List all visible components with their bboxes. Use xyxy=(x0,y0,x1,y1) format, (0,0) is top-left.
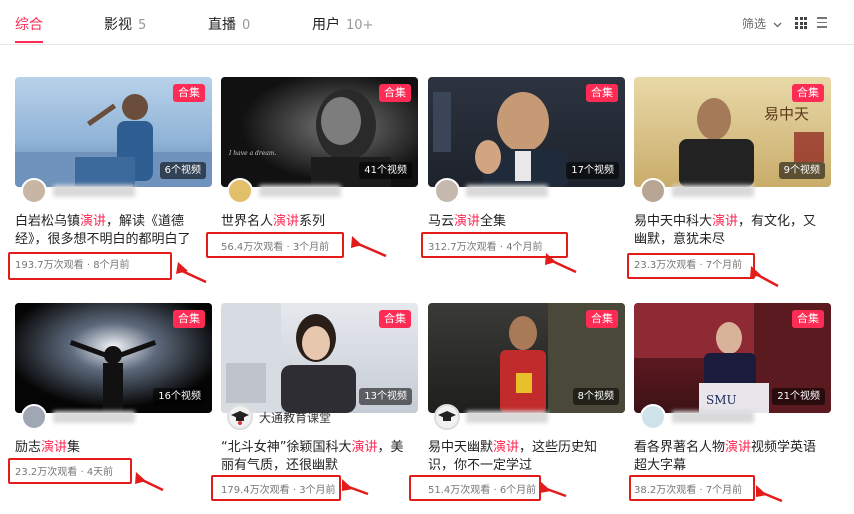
arrow-head-icon xyxy=(756,485,767,497)
arrow-head-icon xyxy=(540,481,551,493)
annotation-arrows xyxy=(135,236,783,503)
arrow-head-icon xyxy=(342,479,353,491)
